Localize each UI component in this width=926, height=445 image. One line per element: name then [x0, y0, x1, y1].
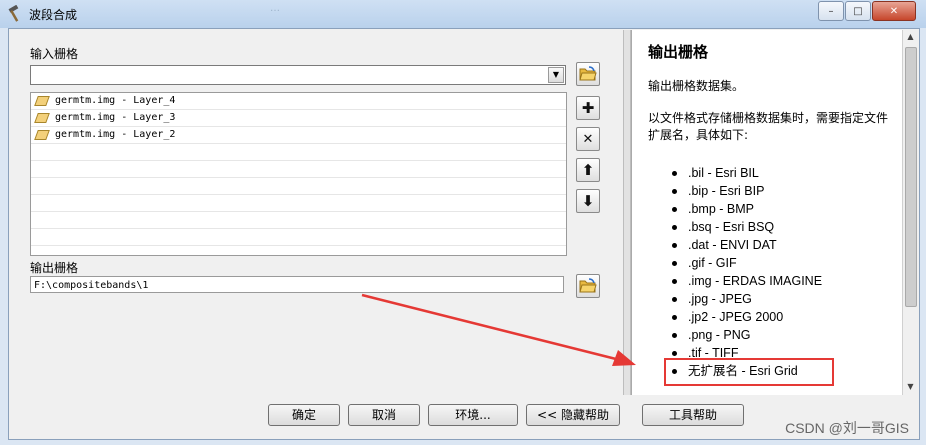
highlight-box [664, 358, 834, 386]
folder-open-icon [579, 278, 597, 293]
hammer-icon [6, 4, 24, 23]
list-item: .bmp - BMP [672, 200, 822, 218]
window-titlebar: 波段合成 … – □ ✕ [0, 0, 926, 28]
list-item: .gif - GIF [672, 254, 822, 272]
maximize-button[interactable]: □ [845, 1, 871, 21]
scroll-thumb[interactable] [905, 47, 917, 307]
panel-splitter[interactable] [623, 30, 631, 395]
list-item[interactable]: germtm.img - Layer_2 [31, 127, 566, 144]
watermark: CSDN @刘一哥GIS [785, 420, 909, 436]
move-down-button[interactable]: ⬇ [576, 189, 600, 213]
list-item: .dat - ENVI DAT [672, 236, 822, 254]
list-item: .img - ERDAS IMAGINE [672, 272, 822, 290]
chevron-down-icon[interactable]: ▼ [548, 67, 564, 83]
scroll-down-icon[interactable]: ▼ [905, 382, 916, 393]
list-item: .jpg - JPEG [672, 290, 822, 308]
raster-layer-icon [34, 130, 50, 140]
ok-button[interactable]: 确定 [268, 404, 340, 426]
window-controls: – □ ✕ [817, 1, 916, 21]
list-item: .bsq - Esri BSQ [672, 218, 822, 236]
window-title: 波段合成 [29, 8, 78, 22]
list-item [31, 246, 566, 255]
output-raster-label: 输出栅格 [30, 261, 79, 275]
list-item [31, 178, 566, 195]
add-button[interactable]: ✚ [576, 96, 600, 120]
close-button[interactable]: ✕ [872, 1, 916, 21]
remove-button[interactable]: ✕ [576, 127, 600, 151]
output-raster-field[interactable]: F:\compositebands\1 [30, 276, 564, 293]
browse-output-button[interactable] [576, 274, 600, 298]
browse-input-button[interactable] [576, 62, 600, 86]
list-item[interactable]: germtm.img - Layer_4 [31, 93, 566, 110]
minimize-button[interactable]: – [818, 1, 844, 21]
help-description: 输出栅格数据集。 [648, 79, 745, 93]
environments-button[interactable]: 环境... [428, 404, 518, 426]
input-rasters-label: 输入栅格 [30, 47, 79, 61]
list-item[interactable]: germtm.img - Layer_3 [31, 110, 566, 127]
scroll-up-icon[interactable]: ▲ [905, 32, 916, 43]
tool-help-button[interactable]: 工具帮助 [642, 404, 744, 426]
help-title: 输出栅格 [648, 43, 709, 61]
folder-open-icon [579, 66, 597, 81]
list-item [31, 229, 566, 246]
format-list: .bil - Esri BIL .bip - Esri BIP .bmp - B… [672, 164, 822, 380]
raster-layer-icon [34, 96, 50, 106]
input-rasters-combo[interactable]: ▼ [30, 65, 566, 85]
list-item: .png - PNG [672, 326, 822, 344]
list-item [31, 161, 566, 178]
list-item: .jp2 - JPEG 2000 [672, 308, 822, 326]
list-item: .bip - Esri BIP [672, 182, 822, 200]
help-panel: 输出栅格 输出栅格数据集。 以文件格式存储栅格数据集时，需要指定文件扩展名，具体… [631, 30, 902, 395]
hide-help-button[interactable]: << 隐藏帮助 [526, 404, 620, 426]
list-item: .bil - Esri BIL [672, 164, 822, 182]
list-item [31, 144, 566, 161]
input-rasters-list[interactable]: germtm.img - Layer_4 germtm.img - Layer_… [30, 92, 567, 256]
cancel-button[interactable]: 取消 [348, 404, 420, 426]
list-item [31, 212, 566, 229]
window-title-ghost: … [270, 3, 280, 14]
list-item [31, 195, 566, 212]
help-extension-note: 以文件格式存储栅格数据集时，需要指定文件扩展名，具体如下: [648, 111, 889, 142]
raster-layer-icon [34, 113, 50, 123]
dialog-client: 输入栅格 ▼ germtm.img - Layer_4 germtm.img -… [8, 28, 920, 440]
parameters-panel: 输入栅格 ▼ germtm.img - Layer_4 germtm.img -… [10, 30, 622, 395]
move-up-button[interactable]: ⬆ [576, 158, 600, 182]
help-scrollbar[interactable]: ▲ ▼ [902, 30, 918, 395]
